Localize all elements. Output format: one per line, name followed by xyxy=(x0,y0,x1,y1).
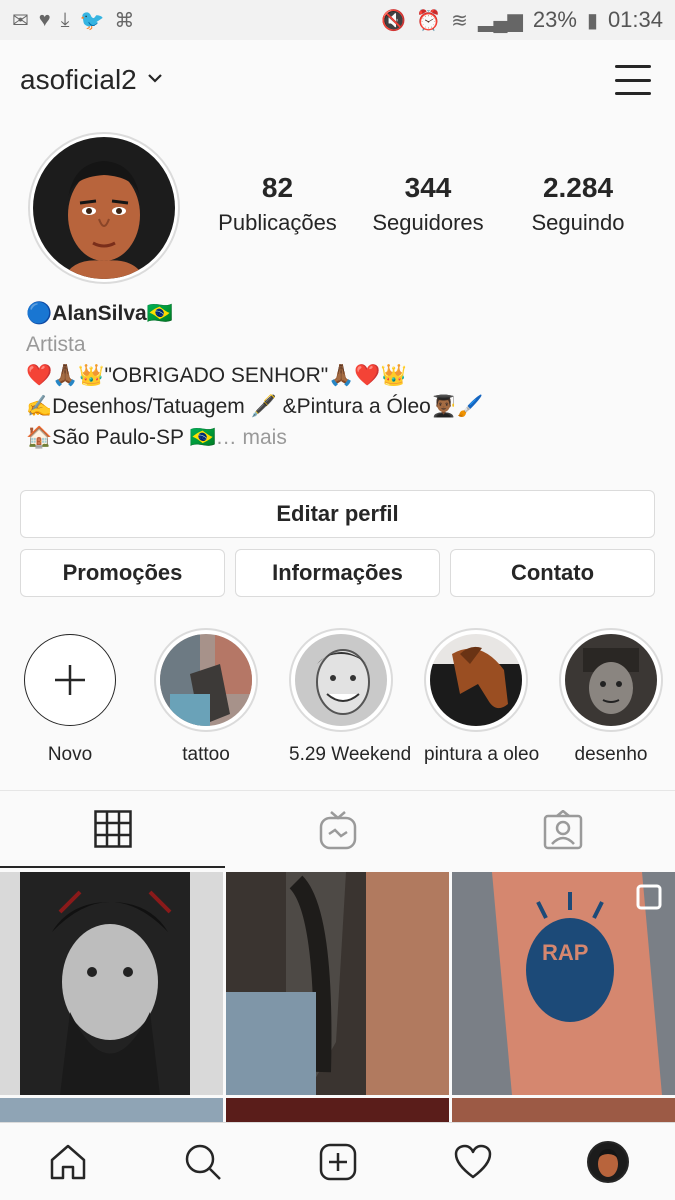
highlight-tattoo[interactable]: tattoo xyxy=(154,628,258,766)
highlight-thumbnail xyxy=(160,634,252,726)
edit-profile-button[interactable]: Editar perfil xyxy=(20,490,655,538)
followers-stat[interactable]: 344 Seguidores xyxy=(366,172,490,236)
battery-icon: ▮ xyxy=(586,9,598,32)
tab-igtv[interactable] xyxy=(225,791,450,868)
followers-label: Seguidores xyxy=(372,210,484,235)
bio-line-3-text: 🏠São Paulo-SP 🇧🇷 xyxy=(26,426,216,449)
app-icon: ⌘ xyxy=(114,9,135,32)
tagged-icon xyxy=(543,809,582,849)
battery-percent: 23% xyxy=(532,7,577,32)
highlight-label: pintura a oleo xyxy=(424,744,540,765)
grid-icon xyxy=(93,809,132,848)
tab-tagged[interactable] xyxy=(450,791,675,868)
profile-bio: 🔵AlanSilva🇧🇷 Artista ❤️🙏🏾👑"OBRIGADO SENH… xyxy=(26,298,483,453)
hamburger-icon xyxy=(615,65,651,68)
posts-label: Publicações xyxy=(218,210,337,235)
post-thumbnail[interactable] xyxy=(0,872,223,1095)
igtv-icon xyxy=(319,810,356,849)
nav-profile[interactable] xyxy=(578,1132,638,1192)
highlight-thumbnail xyxy=(430,634,522,726)
promotions-button[interactable]: Promoções xyxy=(20,549,225,597)
status-bar-left: ✉ ♥ ⤓ 🐦 ⌘ xyxy=(12,8,134,33)
heart-icon xyxy=(454,1144,491,1178)
posts-stat[interactable]: 82 Publicações xyxy=(215,172,340,236)
plus-icon xyxy=(55,665,85,695)
highlight-ring xyxy=(559,628,663,732)
bio-line-3: 🏠São Paulo-SP 🇧🇷… mais xyxy=(26,422,483,453)
contact-button[interactable]: Contato xyxy=(450,549,655,597)
name-suffix-emoji: 🇧🇷 xyxy=(146,302,173,325)
following-stat[interactable]: 2.284 Seguindo xyxy=(522,172,634,236)
highlight-label: 5.29 Weekend xyxy=(289,744,412,765)
clock: 01:34 xyxy=(607,7,663,32)
home-icon xyxy=(50,1144,85,1179)
mute-icon: 🔇 xyxy=(381,9,407,32)
wifi-icon: ≋ xyxy=(451,9,468,32)
account-switcher[interactable]: asoficial2 xyxy=(20,64,163,96)
svg-text:RAP: RAP xyxy=(542,940,588,965)
name-prefix-emoji: 🔵 xyxy=(26,302,53,325)
more-link[interactable]: … mais xyxy=(216,426,287,449)
posts-count: 82 xyxy=(261,172,294,203)
highlight-new[interactable]: Novo xyxy=(18,628,122,766)
nav-home[interactable] xyxy=(38,1132,98,1192)
gmail-icon: ✉ xyxy=(12,9,29,32)
status-bar-right: 🔇 ⏰ ≋ ▂▄▆ 23% ▮ 01:34 xyxy=(381,7,663,33)
highlight-label: desenho xyxy=(574,744,648,765)
display-name-text: AlanSilva xyxy=(52,302,147,325)
menu-button[interactable] xyxy=(615,65,651,95)
followers-count: 344 xyxy=(404,172,452,203)
heart-notification-icon: ♥ xyxy=(38,8,51,31)
profile-avatar[interactable] xyxy=(28,132,180,284)
profile-tabs xyxy=(0,790,675,868)
highlight-thumbnail xyxy=(295,634,387,726)
highlight-ring xyxy=(154,628,258,732)
bio-line-1: ❤️🙏🏾👑"OBRIGADO SENHOR"🙏🏾❤️👑 xyxy=(26,364,407,387)
nav-search[interactable] xyxy=(173,1132,233,1192)
chevron-down-icon xyxy=(147,74,162,83)
highlight-label: Novo xyxy=(47,744,93,765)
signal-icon: ▂▄▆ xyxy=(477,9,523,32)
highlight-thumbnail xyxy=(565,634,657,726)
twitter-icon: 🐦 xyxy=(79,9,105,32)
highlight-weekend[interactable]: 5.29 Weekend xyxy=(289,628,412,766)
profile-avatar-icon xyxy=(586,1140,629,1183)
following-label: Seguindo xyxy=(531,210,625,235)
highlight-label: tattoo xyxy=(182,744,230,765)
post-thumbnail[interactable]: RAP xyxy=(452,872,675,1095)
username: asoficial2 xyxy=(20,64,137,95)
nav-new-post[interactable] xyxy=(308,1132,368,1192)
add-post-icon xyxy=(319,1143,356,1180)
tab-grid[interactable] xyxy=(0,791,225,868)
search-icon xyxy=(185,1144,221,1180)
highlight-ring xyxy=(289,628,393,732)
bottom-nav xyxy=(0,1122,675,1200)
download-icon: ⤓ xyxy=(60,8,70,31)
highlight-desenho[interactable]: desenho xyxy=(559,628,663,766)
insights-button[interactable]: Informações xyxy=(235,549,440,597)
highlight-pintura[interactable]: pintura a oleo xyxy=(424,628,540,766)
profile-header: asoficial2 xyxy=(0,40,675,120)
status-bar: ✉ ♥ ⤓ 🐦 ⌘ 🔇 ⏰ ≋ ▂▄▆ 23% ▮ 01:34 xyxy=(0,0,675,40)
bio-line-2: ✍️Desenhos/Tatuagem 🖋️ &Pintura a Óleo👨🏾… xyxy=(26,395,484,418)
highlight-new-ring xyxy=(24,634,116,726)
nav-activity[interactable] xyxy=(443,1132,503,1192)
display-name: 🔵AlanSilva🇧🇷 xyxy=(26,298,483,329)
highlight-ring xyxy=(424,628,528,732)
alarm-icon: ⏰ xyxy=(416,9,442,32)
following-count: 2.284 xyxy=(542,172,614,203)
avatar xyxy=(33,137,175,279)
category-label: Artista xyxy=(26,333,86,356)
post-thumbnail[interactable] xyxy=(226,872,449,1095)
